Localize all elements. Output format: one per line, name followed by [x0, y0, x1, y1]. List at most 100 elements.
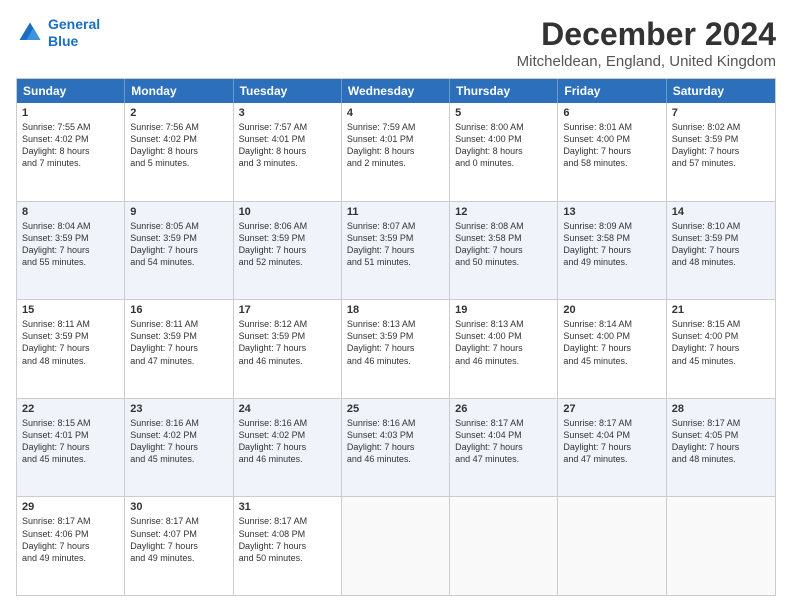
calendar-cell: 11Sunrise: 8:07 AMSunset: 3:59 PMDayligh… — [342, 202, 450, 300]
weekday-header: Monday — [125, 79, 233, 103]
calendar-cell: 3 Sunrise: 7:57 AMSunset: 4:01 PMDaylight… — [234, 103, 342, 201]
day-number: 28 — [672, 403, 770, 415]
cell-content: Sunrise: 8:13 AMSunset: 3:59 PMDaylight:… — [347, 318, 444, 367]
cell-content: Sunrise: 8:07 AMSunset: 3:59 PMDaylight:… — [347, 220, 444, 269]
cell-content: Sunrise: 8:17 AMSunset: 4:04 PMDaylight:… — [563, 417, 660, 466]
day-number: 17 — [239, 304, 336, 316]
calendar-cell: 2Sunrise: 7:56 AMSunset: 4:02 PMDaylight… — [125, 103, 233, 201]
cell-content: Sunrise: 8:11 AMSunset: 3:59 PMDaylight:… — [22, 318, 119, 367]
title-block: December 2024 Mitcheldean, England, Unit… — [517, 16, 776, 70]
cell-content: Sunrise: 8:16 AMSunset: 4:02 PMDaylight:… — [130, 417, 227, 466]
weekday-header: Saturday — [667, 79, 775, 103]
weekday-header: Friday — [558, 79, 666, 103]
calendar-row: 1 Sunrise: 7:55 AMSunset: 4:02 PMDaylight… — [17, 103, 775, 202]
weekday-header: Tuesday — [234, 79, 342, 103]
empty-cell — [450, 497, 558, 595]
logo: General Blue — [16, 16, 100, 50]
calendar-cell: 13 Sunrise: 8:09 AMSunset: 3:58 PMDayligh… — [558, 202, 666, 300]
calendar-cell: 17Sunrise: 8:12 AMSunset: 3:59 PMDayligh… — [234, 300, 342, 398]
day-number: 16 — [130, 304, 227, 316]
calendar-cell: 9 Sunrise: 8:05 AMSunset: 3:59 PMDaylight… — [125, 202, 233, 300]
empty-cell — [667, 497, 775, 595]
day-number: 15 — [22, 304, 119, 316]
cell-content: Sunrise: 8:11 AMSunset: 3:59 PMDaylight:… — [130, 318, 227, 367]
cell-content: Sunrise: 8:17 AMSunset: 4:04 PMDaylight:… — [455, 417, 552, 466]
calendar-cell: 1 Sunrise: 7:55 AMSunset: 4:02 PMDaylight… — [17, 103, 125, 201]
day-number: 22 — [22, 403, 119, 415]
calendar-cell: 19Sunrise: 8:13 AMSunset: 4:00 PMDayligh… — [450, 300, 558, 398]
cell-content: Sunrise: 8:16 AMSunset: 4:03 PMDaylight:… — [347, 417, 444, 466]
day-number: 27 — [563, 403, 660, 415]
calendar-cell: 30 Sunrise: 8:17 AMSunset: 4:07 PMDayligh… — [125, 497, 233, 595]
calendar-cell: 31 Sunrise: 8:17 AMSunset: 4:08 PMDayligh… — [234, 497, 342, 595]
cell-content: Sunrise: 8:04 AMSunset: 3:59 PMDaylight:… — [22, 220, 119, 269]
day-number: 25 — [347, 403, 444, 415]
page: General Blue December 2024 Mitcheldean, … — [0, 0, 792, 612]
cell-content: Sunrise: 8:15 AMSunset: 4:00 PMDaylight:… — [672, 318, 770, 367]
cell-content: Sunrise: 8:17 AMSunset: 4:07 PMDaylight:… — [130, 515, 227, 564]
calendar-cell: 8 Sunrise: 8:04 AMSunset: 3:59 PMDaylight… — [17, 202, 125, 300]
calendar-cell: 21Sunrise: 8:15 AMSunset: 4:00 PMDayligh… — [667, 300, 775, 398]
calendar-cell: 29 Sunrise: 8:17 AMSunset: 4:06 PMDayligh… — [17, 497, 125, 595]
day-number: 10 — [239, 206, 336, 218]
calendar-row: 29 Sunrise: 8:17 AMSunset: 4:06 PMDayligh… — [17, 497, 775, 595]
logo-icon — [16, 19, 44, 47]
calendar-cell: 7 Sunrise: 8:02 AMSunset: 3:59 PMDaylight… — [667, 103, 775, 201]
cell-content: Sunrise: 8:05 AMSunset: 3:59 PMDaylight:… — [130, 220, 227, 269]
cell-content: Sunrise: 8:09 AMSunset: 3:58 PMDaylight:… — [563, 220, 660, 269]
cell-content: Sunrise: 7:59 AMSunset: 4:01 PMDaylight:… — [347, 121, 444, 170]
cell-content: Sunrise: 8:15 AMSunset: 4:01 PMDaylight:… — [22, 417, 119, 466]
header: General Blue December 2024 Mitcheldean, … — [16, 16, 776, 70]
calendar-header: SundayMondayTuesdayWednesdayThursdayFrid… — [17, 79, 775, 103]
day-number: 4 — [347, 107, 444, 119]
day-number: 8 — [22, 206, 119, 218]
day-number: 5 — [455, 107, 552, 119]
day-number: 29 — [22, 501, 119, 513]
logo-text: General Blue — [48, 16, 100, 50]
calendar-cell: 23 Sunrise: 8:16 AMSunset: 4:02 PMDayligh… — [125, 399, 233, 497]
calendar-cell: 24 Sunrise: 8:16 AMSunset: 4:02 PMDayligh… — [234, 399, 342, 497]
cell-content: Sunrise: 8:17 AMSunset: 4:08 PMDaylight:… — [239, 515, 336, 564]
day-number: 1 — [22, 107, 119, 119]
day-number: 30 — [130, 501, 227, 513]
cell-content: Sunrise: 8:17 AMSunset: 4:05 PMDaylight:… — [672, 417, 770, 466]
subtitle: Mitcheldean, England, United Kingdom — [517, 53, 776, 70]
cell-content: Sunrise: 8:02 AMSunset: 3:59 PMDaylight:… — [672, 121, 770, 170]
calendar-cell: 6Sunrise: 8:01 AMSunset: 4:00 PMDaylight… — [558, 103, 666, 201]
day-number: 31 — [239, 501, 336, 513]
cell-content: Sunrise: 7:57 AMSunset: 4:01 PMDaylight:… — [239, 121, 336, 170]
cell-content: Sunrise: 8:06 AMSunset: 3:59 PMDaylight:… — [239, 220, 336, 269]
cell-content: Sunrise: 8:08 AMSunset: 3:58 PMDaylight:… — [455, 220, 552, 269]
cell-content: Sunrise: 7:55 AMSunset: 4:02 PMDaylight:… — [22, 121, 119, 170]
main-title: December 2024 — [517, 16, 776, 53]
day-number: 13 — [563, 206, 660, 218]
cell-content: Sunrise: 8:17 AMSunset: 4:06 PMDaylight:… — [22, 515, 119, 564]
calendar-cell: 20 Sunrise: 8:14 AMSunset: 4:00 PMDayligh… — [558, 300, 666, 398]
cell-content: Sunrise: 8:16 AMSunset: 4:02 PMDaylight:… — [239, 417, 336, 466]
cell-content: Sunrise: 7:56 AMSunset: 4:02 PMDaylight:… — [130, 121, 227, 170]
day-number: 6 — [563, 107, 660, 119]
calendar-cell: 12Sunrise: 8:08 AMSunset: 3:58 PMDayligh… — [450, 202, 558, 300]
calendar-cell: 16 Sunrise: 8:11 AMSunset: 3:59 PMDayligh… — [125, 300, 233, 398]
cell-content: Sunrise: 8:14 AMSunset: 4:00 PMDaylight:… — [563, 318, 660, 367]
day-number: 23 — [130, 403, 227, 415]
cell-content: Sunrise: 8:00 AMSunset: 4:00 PMDaylight:… — [455, 121, 552, 170]
calendar: SundayMondayTuesdayWednesdayThursdayFrid… — [16, 78, 776, 596]
calendar-cell: 27 Sunrise: 8:17 AMSunset: 4:04 PMDayligh… — [558, 399, 666, 497]
calendar-row: 22 Sunrise: 8:15 AMSunset: 4:01 PMDayligh… — [17, 399, 775, 498]
day-number: 7 — [672, 107, 770, 119]
calendar-cell: 4 Sunrise: 7:59 AMSunset: 4:01 PMDaylight… — [342, 103, 450, 201]
cell-content: Sunrise: 8:10 AMSunset: 3:59 PMDaylight:… — [672, 220, 770, 269]
cell-content: Sunrise: 8:13 AMSunset: 4:00 PMDaylight:… — [455, 318, 552, 367]
empty-cell — [342, 497, 450, 595]
day-number: 20 — [563, 304, 660, 316]
day-number: 24 — [239, 403, 336, 415]
day-number: 9 — [130, 206, 227, 218]
calendar-cell: 14 Sunrise: 8:10 AMSunset: 3:59 PMDayligh… — [667, 202, 775, 300]
weekday-header: Wednesday — [342, 79, 450, 103]
day-number: 3 — [239, 107, 336, 119]
weekday-header: Thursday — [450, 79, 558, 103]
day-number: 14 — [672, 206, 770, 218]
empty-cell — [558, 497, 666, 595]
calendar-cell: 28 Sunrise: 8:17 AMSunset: 4:05 PMDayligh… — [667, 399, 775, 497]
